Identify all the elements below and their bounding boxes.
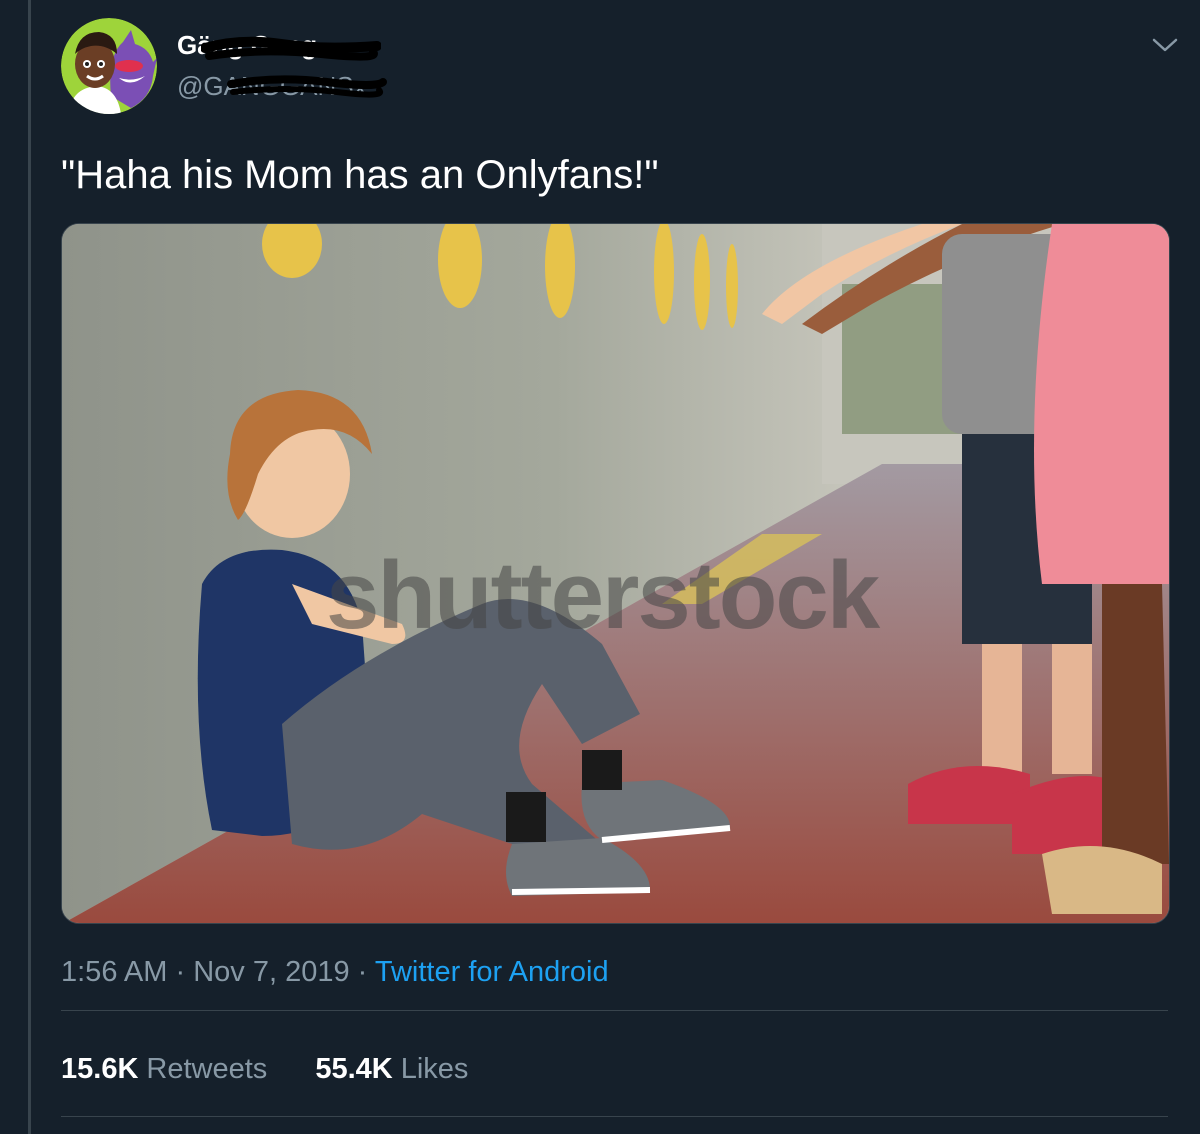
user-handle[interactable]: @GANGGANSx (177, 70, 367, 102)
tweet: Gäng Gang @GANGGANSx "Haha his Mom has a… (31, 0, 1200, 1134)
tweet-media[interactable]: shutterstock (61, 223, 1170, 924)
meta-separator: · (175, 956, 186, 988)
tweet-page: Gäng Gang @GANGGANSx "Haha his Mom has a… (0, 0, 1200, 1134)
divider (61, 1010, 1168, 1011)
likes-count: 55.4K (315, 1053, 393, 1085)
retweets-label: Retweets (146, 1053, 268, 1085)
tweet-text: "Haha his Mom has an Onlyfans!" (61, 153, 659, 197)
likes-stat[interactable]: 55.4K Likes (315, 1047, 468, 1091)
likes-label: Likes (400, 1053, 469, 1085)
tweet-menu-button[interactable] (1150, 30, 1180, 60)
tweet-date[interactable]: Nov 7, 2019 (193, 956, 349, 988)
retweets-stat[interactable]: 15.6K Retweets (61, 1047, 267, 1091)
tweet-meta: 1:56 AM · Nov 7, 2019 · Twitter for Andr… (61, 950, 609, 994)
media-watermark: shutterstock (326, 542, 880, 649)
avatar-illustration (61, 18, 157, 114)
tweet-stats: 15.6K Retweets 55.4K Likes (61, 1047, 508, 1091)
display-name[interactable]: Gäng Gang (177, 30, 317, 60)
avatar[interactable] (61, 18, 157, 114)
tweet-time[interactable]: 1:56 AM (61, 956, 167, 988)
divider (61, 1116, 1168, 1117)
tweet-source-link[interactable]: Twitter for Android (375, 956, 609, 988)
meta-separator: · (357, 956, 368, 988)
retweets-count: 15.6K (61, 1053, 139, 1085)
chevron-down-icon (1152, 38, 1178, 52)
